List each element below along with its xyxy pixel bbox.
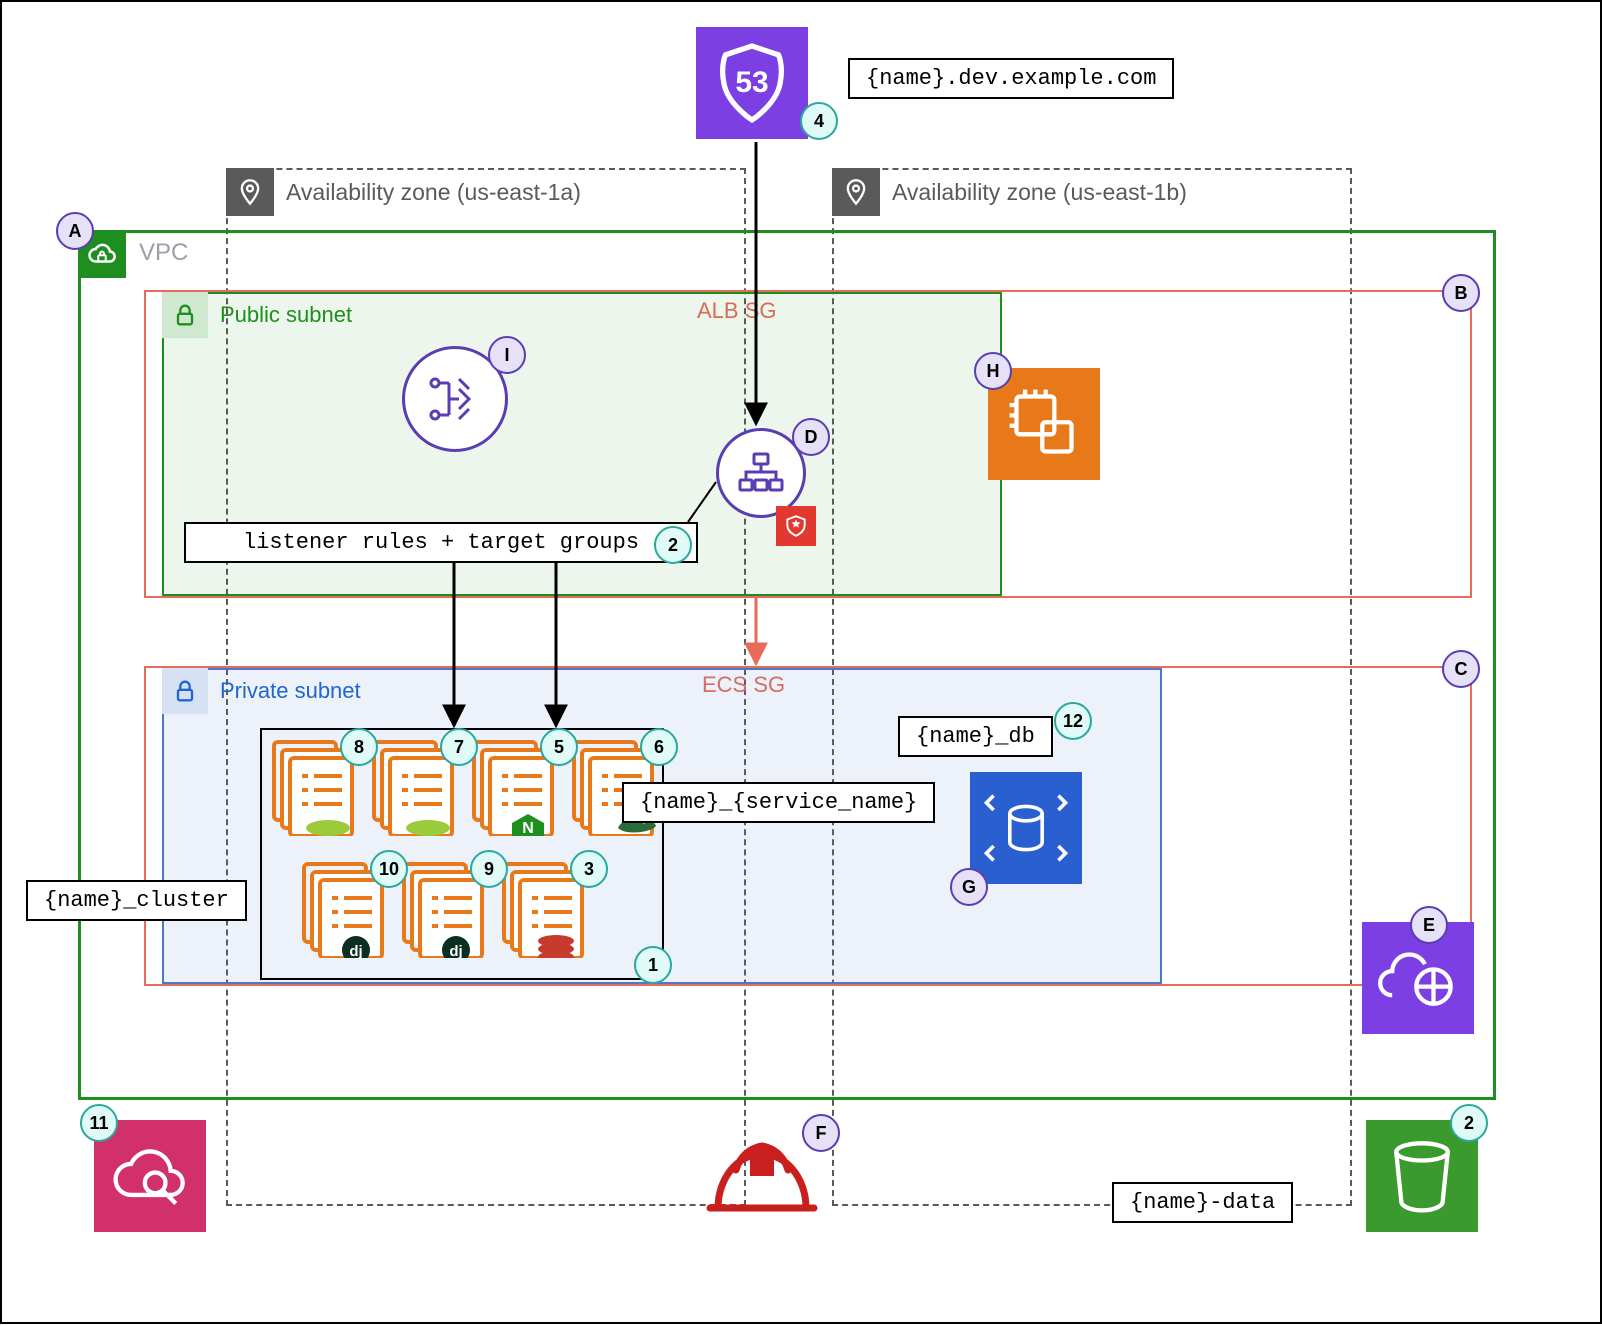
- s3-bucket-label: {name}-data: [1112, 1182, 1293, 1223]
- az-a-label: Availability zone (us-east-1a): [226, 168, 581, 216]
- s3-badge: 2: [1450, 1104, 1488, 1142]
- cluster-badge: 1: [634, 946, 672, 984]
- cloudmap-badge: E: [1410, 906, 1448, 944]
- task-nginx-badge: 5: [540, 728, 578, 766]
- route53-domain-label: {name}.dev.example.com: [848, 58, 1174, 99]
- task-redis-badge: 3: [570, 850, 608, 888]
- task-celery-b-badge: 8: [340, 728, 378, 766]
- route53-icon: 53: [696, 27, 808, 139]
- route53-badge: 4: [800, 102, 838, 140]
- rds-icon: [970, 772, 1082, 884]
- db-badge: 12: [1054, 702, 1092, 740]
- task-dj-b-badge: 10: [370, 850, 408, 888]
- vpc-badge: A: [56, 212, 94, 250]
- alb-sg-badge: B: [1442, 274, 1480, 312]
- alb-badge: D: [792, 418, 830, 456]
- waf-icon: [776, 506, 816, 546]
- service-name-label: {name}_{service_name}: [622, 782, 935, 823]
- listener-rules-badge: 2: [654, 526, 692, 564]
- cluster-label: {name}_cluster: [26, 880, 247, 921]
- private-subnet-label: Private subnet: [220, 678, 361, 704]
- svg-text:53: 53: [735, 66, 768, 99]
- task-dj-a-badge: 9: [470, 850, 508, 888]
- public-subnet-label: Public subnet: [220, 302, 352, 328]
- task-gunicorn-badge: 6: [640, 728, 678, 766]
- vpc-label: VPC: [139, 239, 188, 267]
- ecs-sg-badge: C: [1442, 650, 1480, 688]
- az-pin-icon: [226, 168, 274, 216]
- az-pin-icon: [832, 168, 880, 216]
- architecture-diagram: 53 4 {name}.dev.example.com Availability…: [0, 0, 1602, 1324]
- alb-listener-badge: I: [488, 336, 526, 374]
- cloudwatch-badge: 11: [80, 1104, 118, 1142]
- private-subnet-icon: [162, 668, 208, 714]
- az-b-label: Availability zone (us-east-1b): [832, 168, 1187, 216]
- compute-badge: H: [974, 352, 1012, 390]
- listener-rules-label: listener rules + target groups: [184, 522, 698, 563]
- rds-badge: G: [950, 868, 988, 906]
- public-subnet-icon: [162, 292, 208, 338]
- svg-text:dj: dj: [449, 943, 462, 958]
- db-name-label: {name}_db: [898, 716, 1053, 757]
- task-celery-a-badge: 7: [440, 728, 478, 766]
- iam-badge: F: [802, 1114, 840, 1152]
- svg-text:dj: dj: [349, 943, 362, 958]
- svg-text:N: N: [522, 820, 534, 836]
